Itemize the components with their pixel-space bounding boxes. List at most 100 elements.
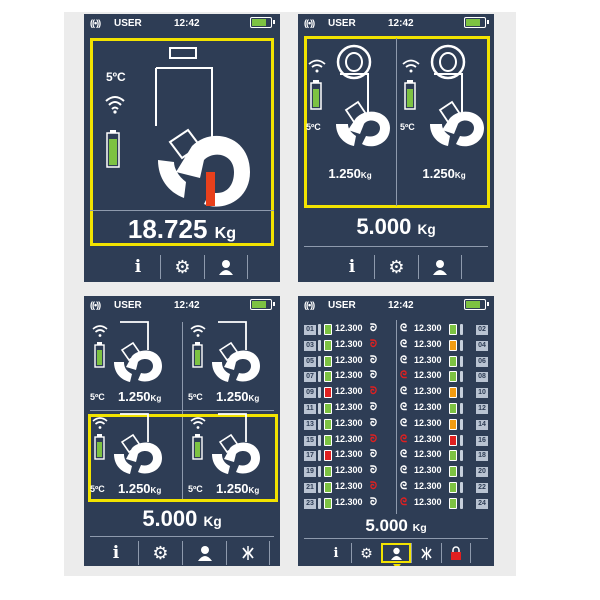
list-item[interactable]: 09 12.300 ᘐ ᘓ 12.300 10 bbox=[304, 386, 488, 400]
settings-button[interactable]: ⚙ bbox=[374, 255, 418, 279]
total-weight: 5.000 Kg bbox=[298, 214, 494, 240]
user-button[interactable] bbox=[182, 541, 226, 565]
scale-button[interactable] bbox=[411, 543, 441, 563]
cell-battery-icon bbox=[449, 434, 457, 446]
user-button[interactable] bbox=[204, 255, 248, 279]
total-weight: 5.000 Kg bbox=[298, 516, 494, 536]
cell-id-right: 04 bbox=[476, 340, 488, 351]
user-button[interactable] bbox=[418, 255, 462, 279]
cell-weight-unit: Kg bbox=[150, 394, 162, 403]
user-label: USER bbox=[114, 18, 142, 29]
info-button[interactable]: i bbox=[94, 541, 138, 565]
cell-id-right: 06 bbox=[476, 356, 488, 367]
cell-weight-right: 12.300 bbox=[414, 496, 442, 507]
temperature-left: 5ºC bbox=[306, 122, 321, 132]
cell-weight-left: 12.300 bbox=[335, 338, 363, 349]
signal-icon bbox=[318, 466, 321, 478]
settings-button[interactable]: ⚙ bbox=[138, 541, 182, 565]
user-button[interactable] bbox=[381, 543, 411, 566]
info-button[interactable]: i bbox=[321, 543, 351, 563]
cell-battery-icon bbox=[324, 434, 332, 446]
cell-battery-icon bbox=[404, 80, 416, 110]
settings-button[interactable]: ⚙ bbox=[351, 543, 381, 563]
cell-weight-left: 12.300 bbox=[335, 323, 363, 333]
list-item[interactable]: 19 12.300 ᘐ ᘓ 12.300 20 bbox=[304, 465, 488, 479]
settings-button[interactable]: ⚙ bbox=[160, 255, 204, 279]
signal-icon: ((•)) bbox=[90, 18, 101, 28]
hook-icon: ᘐ bbox=[370, 386, 378, 398]
cell-weight-left: 12.300 bbox=[335, 481, 363, 491]
cell-battery-icon bbox=[324, 355, 332, 367]
cell-weight-right: 1.250Kg bbox=[398, 166, 490, 181]
cell-battery-icon bbox=[449, 324, 457, 335]
wifi-icon bbox=[402, 59, 420, 73]
hook-icon: ᘓ bbox=[400, 323, 408, 334]
list-item[interactable]: 17 12.300 ᘐ ᘓ 12.300 18 bbox=[304, 449, 488, 463]
hook-icon: ᘓ bbox=[400, 354, 408, 366]
cell-id-left: 11 bbox=[304, 404, 316, 414]
wifi-icon bbox=[190, 417, 206, 429]
list-item[interactable]: 15 12.300 ᘐ ᘓ 12.300 16 bbox=[304, 434, 488, 448]
user-label: USER bbox=[114, 300, 142, 311]
hook-cell[interactable]: 5ºC 1.250Kg bbox=[84, 320, 182, 410]
hook-cell[interactable]: 5ºC 1.250Kg bbox=[182, 412, 280, 502]
cell-weight: 1.250Kg bbox=[118, 389, 161, 404]
list-item[interactable]: 11 12.300 ᘐ ᘓ 12.300 12 bbox=[304, 402, 488, 416]
cell-battery-icon bbox=[324, 403, 332, 414]
lock-button[interactable] bbox=[441, 543, 471, 563]
cell-weight-right: 12.300 bbox=[414, 417, 442, 428]
list-item[interactable]: 07 12.300 ᘐ ᘓ 12.300 08 bbox=[304, 370, 488, 384]
screen-two-hooks: ((•)) USER 12:42 5ºC 1.250Kg 5ºC 1.250Kg… bbox=[298, 14, 494, 282]
signal-icon bbox=[318, 387, 321, 399]
total-weight-unit: Kg bbox=[412, 522, 427, 534]
signal-icon bbox=[460, 403, 463, 414]
hook-cell[interactable]: 5ºC 1.250Kg bbox=[84, 412, 182, 502]
cell-weight-right: 12.300 bbox=[414, 354, 442, 365]
cell-id-left: 05 bbox=[304, 356, 316, 367]
hook-icon: ᘓ bbox=[400, 481, 408, 492]
hook-icon: ᘓ bbox=[400, 465, 408, 477]
cell-weight-right: 12.300 bbox=[414, 449, 442, 460]
nav-bar: i ⚙ bbox=[84, 254, 280, 280]
cell-id-left: 21 bbox=[304, 483, 316, 493]
signal-icon bbox=[460, 324, 463, 335]
list-item[interactable]: 13 12.300 ᘐ ᘓ 12.300 14 bbox=[304, 418, 488, 432]
gear-icon: ⚙ bbox=[152, 543, 169, 563]
info-button[interactable]: i bbox=[330, 255, 374, 279]
hook-icon: ᘐ bbox=[370, 354, 378, 366]
scale-button[interactable] bbox=[226, 541, 270, 565]
wifi-icon bbox=[92, 417, 108, 429]
cell-battery-icon bbox=[449, 339, 457, 351]
temperature: 5ºC bbox=[106, 70, 126, 84]
cell-battery-icon bbox=[449, 497, 457, 509]
hook-icon: ᘓ bbox=[400, 449, 408, 461]
divider bbox=[90, 410, 274, 411]
cell-weight-right: 12.300 bbox=[414, 386, 442, 397]
signal-icon bbox=[460, 339, 463, 351]
cell-battery-icon bbox=[449, 371, 457, 383]
divider bbox=[90, 536, 274, 537]
list-item[interactable]: 05 12.300 ᘐ ᘓ 12.300 06 bbox=[304, 355, 488, 369]
hook-icon: ᘓ bbox=[400, 386, 408, 398]
info-button[interactable]: i bbox=[116, 255, 160, 279]
user-icon bbox=[197, 546, 212, 561]
list-item[interactable]: 21 12.300 ᘐ ᘓ 12.300 22 bbox=[304, 481, 488, 495]
cell-battery-icon bbox=[192, 434, 203, 460]
cell-battery-icon bbox=[449, 387, 457, 399]
list-item[interactable]: 23 12.300 ᘐ ᘓ 12.300 24 bbox=[304, 497, 488, 511]
cell-id-right: 14 bbox=[476, 419, 488, 430]
hook-cell[interactable]: 5ºC 1.250Kg bbox=[182, 320, 280, 410]
cell-weight-value: 1.250 bbox=[216, 389, 249, 404]
list-item[interactable]: 03 12.300 ᘐ ᘓ 12.300 04 bbox=[304, 339, 488, 353]
cell-weight-left: 12.300 bbox=[335, 465, 363, 476]
wifi-icon bbox=[105, 96, 125, 114]
hook-icon: ᘐ bbox=[370, 449, 378, 461]
hook-icon bbox=[155, 47, 250, 207]
cell-weight-value: 1.250 bbox=[118, 389, 151, 404]
signal-icon bbox=[318, 434, 321, 446]
user-icon bbox=[219, 260, 233, 275]
gear-icon: ⚙ bbox=[360, 545, 373, 561]
list-item[interactable]: 01 12.300 ᘐ ᘓ 12.300 02 bbox=[304, 323, 488, 337]
hook-icon: ᘓ bbox=[400, 402, 408, 413]
weight-unit: Kg bbox=[214, 224, 237, 242]
